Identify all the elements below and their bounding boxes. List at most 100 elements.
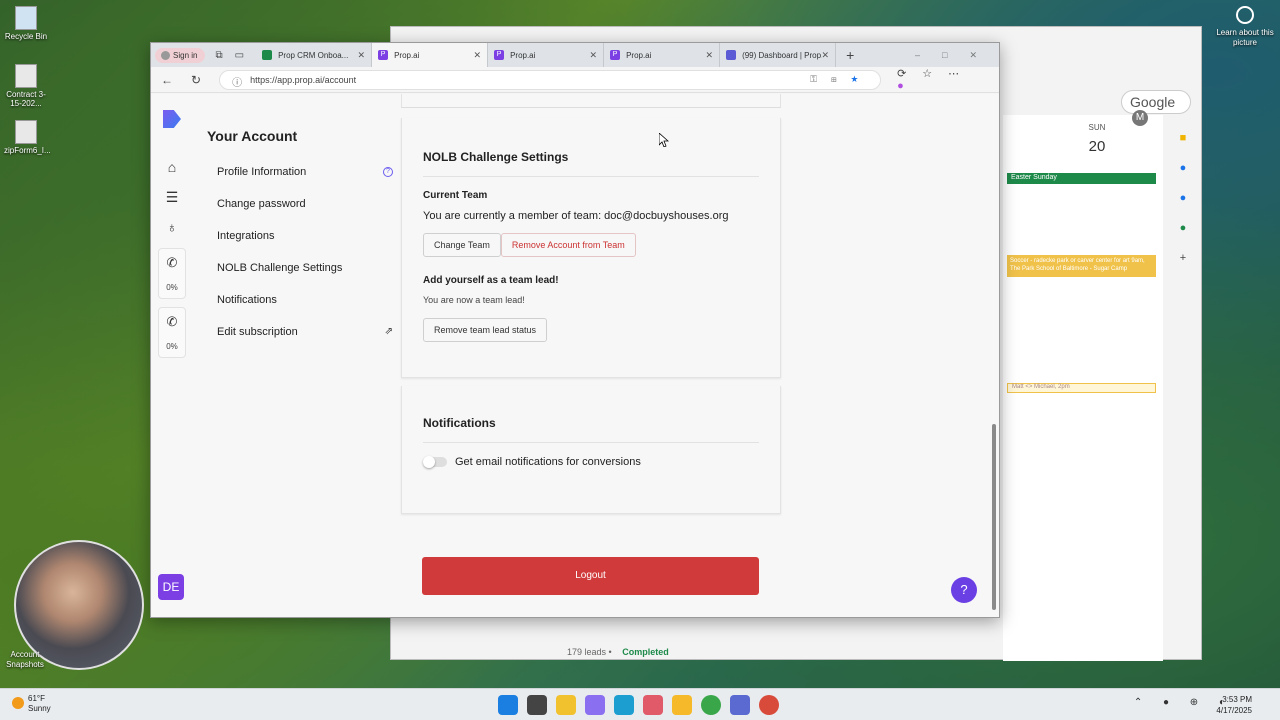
menu-nolb-challenge[interactable]: NOLB Challenge Settings xyxy=(207,252,393,284)
refresh-icon[interactable]: ↻ xyxy=(191,73,201,87)
back-arrow-icon[interactable]: ← xyxy=(161,73,173,87)
award-icon[interactable]: ♁ xyxy=(157,212,187,242)
url-actions: ⚿⊞★ xyxy=(810,74,872,85)
menu-integrations[interactable]: Integrations xyxy=(207,220,393,252)
prop-ai-logo[interactable] xyxy=(163,110,181,128)
maps-icon[interactable]: ● xyxy=(1171,213,1195,243)
browser-tools: ⟳☆⋯ ● xyxy=(897,67,989,92)
main-browser-window[interactable]: Sign in ⧉ ▭ Prop CRM Onboa... ✕ P Prop.a… xyxy=(150,42,1000,618)
dashboard-icon xyxy=(726,50,737,60)
google-account-button[interactable]: Google M xyxy=(1121,90,1191,126)
tab-prop-ai-3[interactable]: P Prop.ai ✕ xyxy=(604,43,721,67)
user-avatar[interactable]: DE xyxy=(158,574,184,600)
notes-icon[interactable] xyxy=(672,695,692,715)
menu-label: NOLB Challenge Settings xyxy=(217,262,343,274)
email-notifications-toggle[interactable] xyxy=(423,456,447,468)
url-field[interactable]: https://app.prop.ai/account ⚿⊞★ xyxy=(219,69,882,90)
recycle-bin-label: Recycle Bin xyxy=(4,32,48,41)
favorites-icon[interactable]: ☆ xyxy=(922,68,948,80)
tab-title: Prop.ai xyxy=(510,50,536,60)
account-snapshots-icon[interactable]: Account Snapshots xyxy=(2,650,48,670)
tab-dashboard[interactable]: (99) Dashboard | Prop... ✕ xyxy=(720,43,837,67)
favorite-star-icon[interactable]: ★ xyxy=(851,74,872,84)
chrome-icon[interactable] xyxy=(759,695,779,715)
close-icon[interactable]: ✕ xyxy=(822,50,830,61)
call-progress-card-2[interactable]: ✆ 0% xyxy=(158,307,186,358)
copilot-app-icon[interactable] xyxy=(585,695,605,715)
key-icon[interactable]: ⚿ xyxy=(810,74,831,84)
remove-from-team-button[interactable]: Remove Account from Team xyxy=(500,233,636,257)
help-icon[interactable]: ? xyxy=(951,577,977,603)
day-name: SUN xyxy=(1088,123,1106,132)
snapshots-label: Account Snapshots xyxy=(6,650,44,669)
close-icon[interactable]: ✕ xyxy=(474,50,482,61)
menu-change-password[interactable]: Change password xyxy=(207,188,393,220)
team-buttons: Change Team Remove Account from Team xyxy=(423,233,759,257)
recycle-bin-icon[interactable]: Recycle Bin xyxy=(4,6,48,41)
add-icon[interactable]: + xyxy=(1171,243,1195,273)
calendar-event-soccer[interactable]: Soccer - radecke park or carver center f… xyxy=(1007,255,1156,277)
recycle-bin-glyph xyxy=(15,6,37,30)
more-menu-icon[interactable]: ⋯ xyxy=(948,68,975,80)
scrollbar[interactable] xyxy=(991,94,997,617)
workspaces-icon[interactable]: ⧉ xyxy=(215,50,222,61)
file-explorer-icon[interactable] xyxy=(556,695,576,715)
menu-label: Integrations xyxy=(217,230,275,242)
change-team-button[interactable]: Change Team xyxy=(423,233,501,257)
app-icon[interactable]: ⊞ xyxy=(831,74,851,84)
prop-ai-app: ⌂ ☰ ♁ ✆ 0% ✆ 0% DE Your Account Profile … xyxy=(151,94,999,617)
copilot-icon[interactable]: ● xyxy=(897,80,920,92)
temperature: 61°F xyxy=(28,694,45,703)
calendar-event-matt[interactable]: Matt <> Michael, 2pm xyxy=(1007,383,1156,393)
weather-condition: Sunny xyxy=(28,704,51,713)
settings-icon[interactable] xyxy=(730,695,750,715)
taskbar-apps xyxy=(498,695,788,715)
tab-actions-icon[interactable]: ▭ xyxy=(235,50,244,61)
close-icon[interactable]: ✕ xyxy=(590,50,598,61)
edge-icon[interactable] xyxy=(614,695,634,715)
contacts-icon[interactable]: ● xyxy=(1171,183,1195,213)
clock[interactable]: 3:53 PM 4/17/2025 xyxy=(1216,694,1252,716)
call-percent: 0% xyxy=(166,342,178,351)
zipform-file-icon[interactable]: zipForm6_I... xyxy=(4,120,51,155)
weather-widget[interactable]: 61°F Sunny xyxy=(12,694,51,714)
external-link-icon[interactable]: ⇗ xyxy=(385,326,393,338)
chrome-icon[interactable] xyxy=(701,695,721,715)
home-icon[interactable]: ⌂ xyxy=(157,152,187,182)
current-team-label: Current Team xyxy=(423,190,488,201)
tab-prop-ai-active[interactable]: P Prop.ai ✕ xyxy=(372,43,489,67)
task-view-icon[interactable] xyxy=(527,695,547,715)
start-icon[interactable] xyxy=(498,695,518,715)
tab-prop-ai-2[interactable]: P Prop.ai ✕ xyxy=(488,43,605,67)
remove-team-lead-button[interactable]: Remove team lead status xyxy=(423,318,548,342)
snipping-tool-icon[interactable] xyxy=(643,695,663,715)
leads-count: 179 leads • xyxy=(567,647,612,657)
call-progress-card-1[interactable]: ✆ 0% xyxy=(158,248,186,299)
zipform-file-label: zipForm6_I... xyxy=(4,146,51,155)
menu-edit-subscription[interactable]: Edit subscription ⇗ xyxy=(207,316,393,348)
close-icon[interactable]: ✕ xyxy=(706,50,714,61)
call-percent: 0% xyxy=(166,283,178,292)
contract-file-icon[interactable]: Contract 3-15-202... xyxy=(4,64,48,108)
new-tab-icon[interactable]: + xyxy=(846,47,854,63)
scroll-thumb[interactable] xyxy=(992,424,996,610)
help-circle-icon[interactable]: ? xyxy=(383,167,393,177)
menu-profile-information[interactable]: Profile Information ? xyxy=(207,156,393,188)
tab-prop-crm[interactable]: Prop CRM Onboa... ✕ xyxy=(256,43,373,67)
close-icon[interactable]: ✕ xyxy=(358,50,366,61)
menu-notifications[interactable]: Notifications xyxy=(207,284,393,316)
calendar-event-easter[interactable]: Easter Sunday xyxy=(1007,173,1156,184)
phone-icon: ✆ xyxy=(166,255,178,270)
learn-about-picture[interactable]: Learn about this picture xyxy=(1216,6,1274,48)
extensions-icon[interactable]: ⟳ xyxy=(897,68,922,80)
signin-button[interactable]: Sign in xyxy=(155,47,206,63)
logout-button[interactable]: Logout xyxy=(422,557,759,595)
prop-ai-icon: P xyxy=(610,50,621,60)
window-controls[interactable]: –□✕ xyxy=(915,50,999,61)
keep-icon[interactable]: ■ xyxy=(1171,123,1195,153)
contract-file-label: Contract 3-15-202... xyxy=(6,90,46,108)
mouse-cursor-icon xyxy=(659,133,669,147)
tasks-icon[interactable]: ● xyxy=(1171,153,1195,183)
time: 3:53 PM xyxy=(1222,695,1252,704)
database-icon[interactable]: ☰ xyxy=(157,182,187,212)
